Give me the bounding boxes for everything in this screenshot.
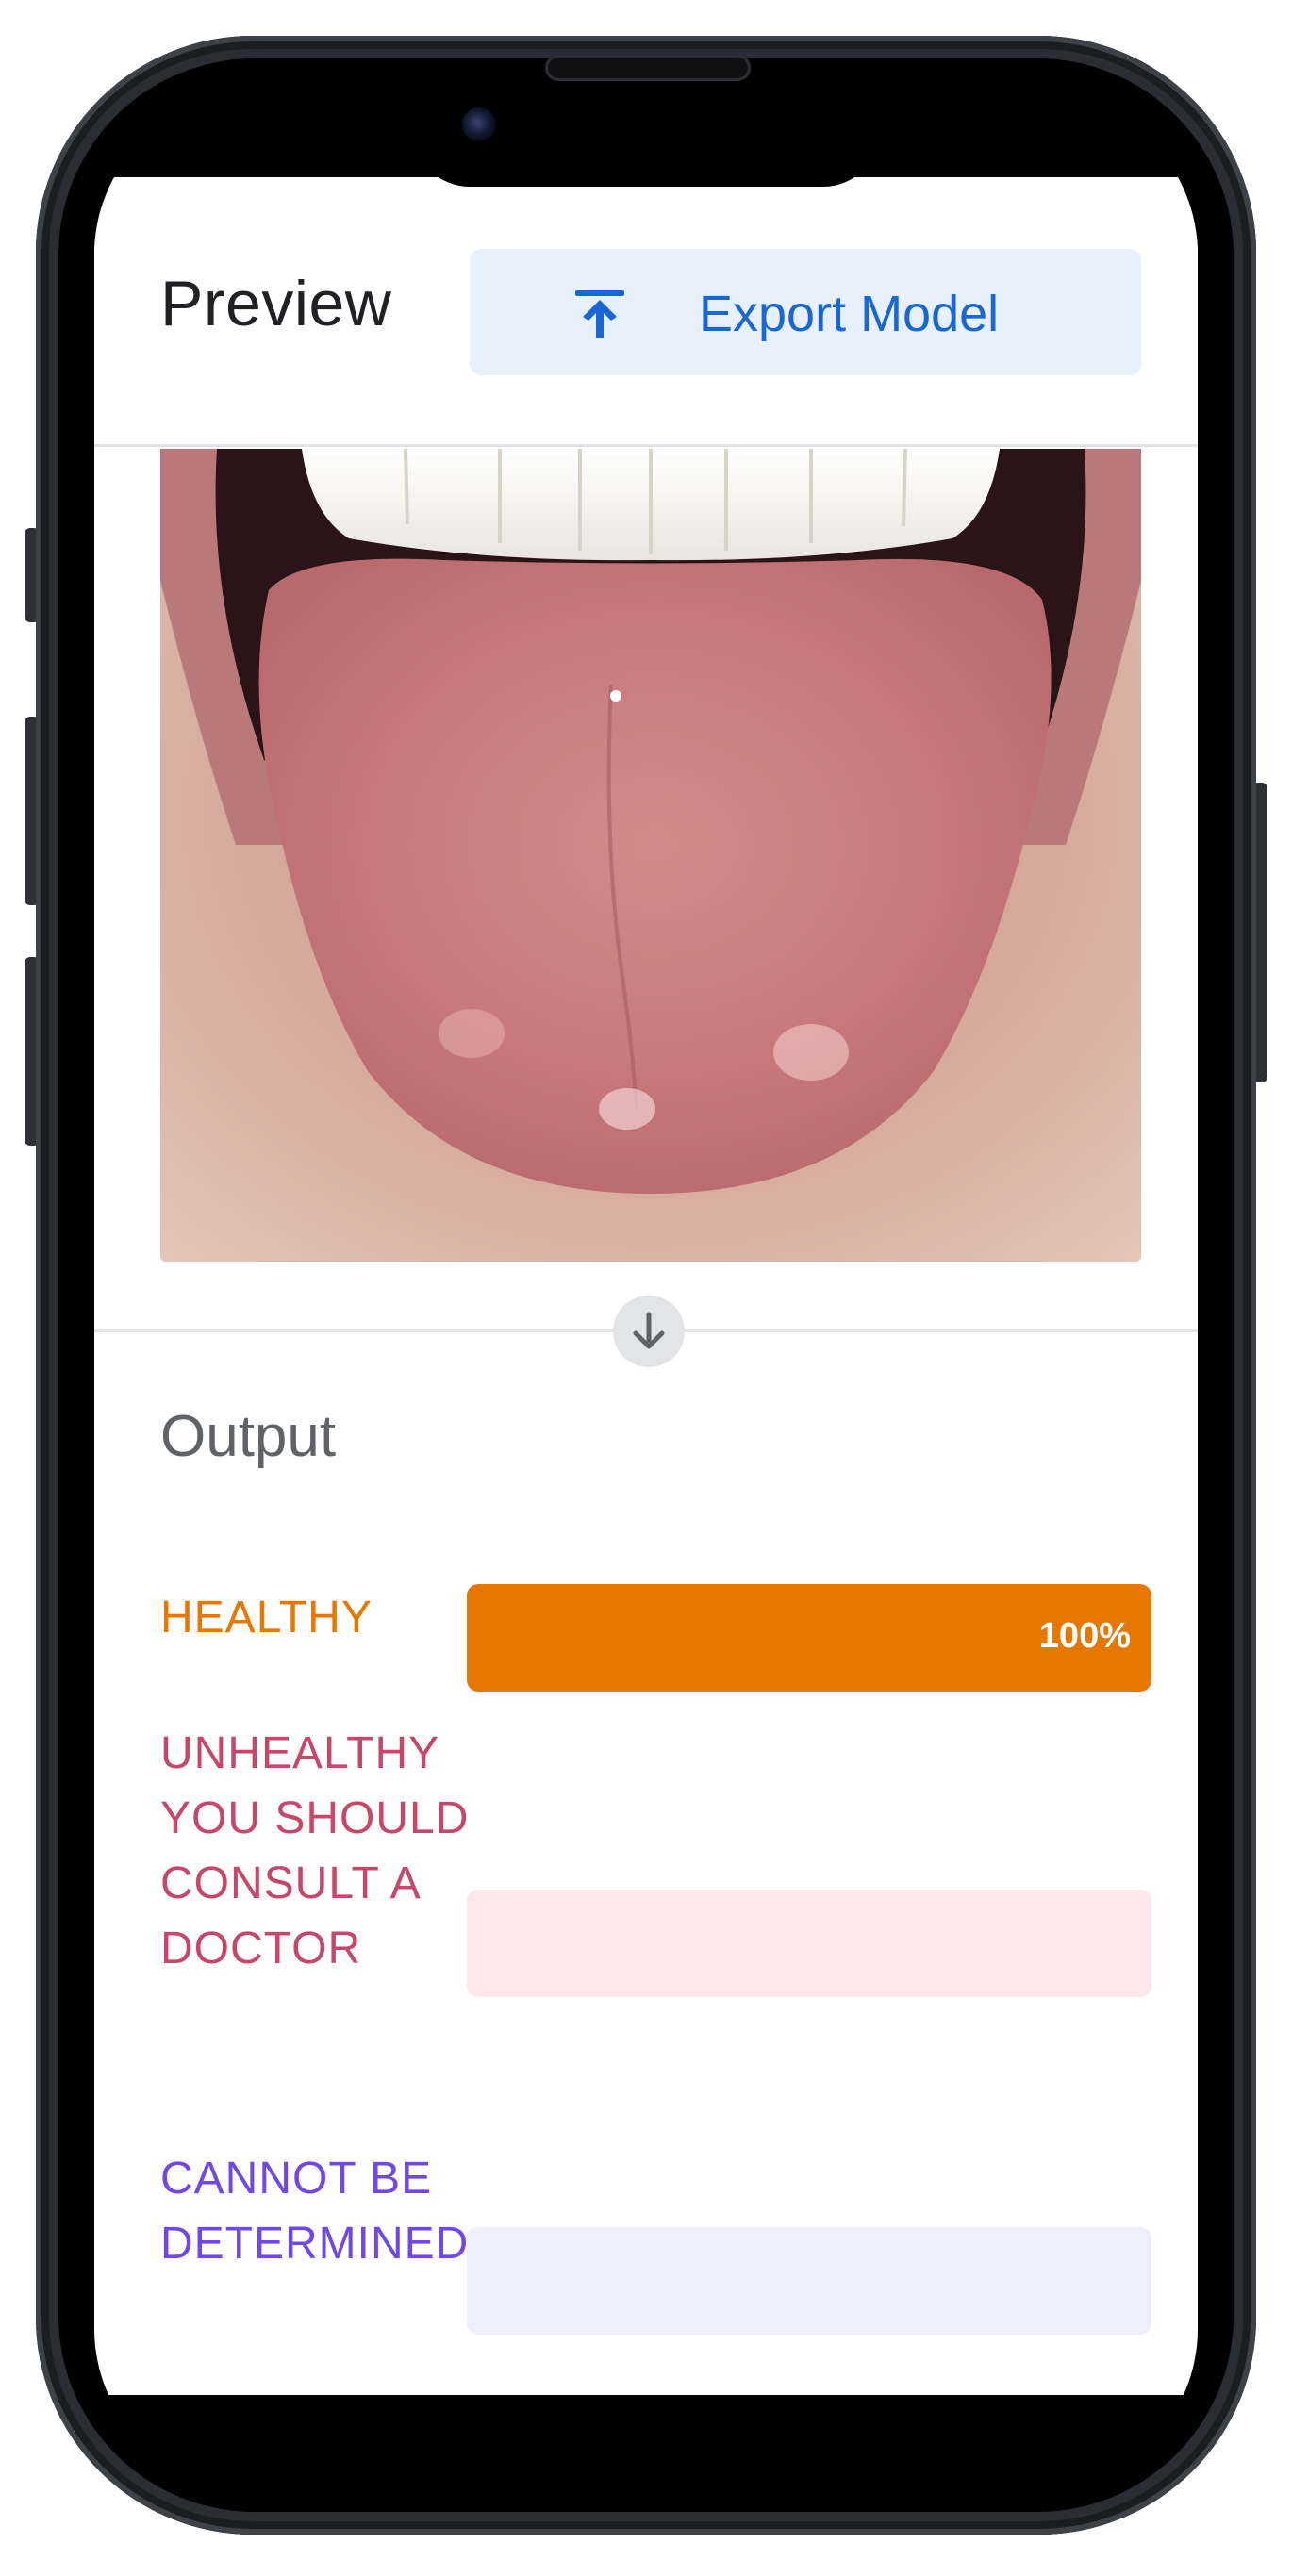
class-label-unhealthy: UNHEALTHY YOU SHOULD CONSULT A DOCTOR [160,1728,470,1973]
class-label-cannot-determine: CANNOT BE DETERMINED [160,2154,470,2269]
device-mockup: Preview Export Model Output HEALTHY 100%… [0,0,1292,2576]
upload-arrow-icon [575,290,624,338]
class-label-healthy: HEALTHY [160,1593,373,1643]
output-title: Output [160,1404,337,1469]
preview-image [160,449,1141,1262]
arrow-down-icon [613,1296,685,1367]
arrow-down-glyph [633,1312,665,1349]
export-model-label: Export Model [699,286,1000,342]
front-camera [462,107,496,141]
speaker-grille [545,55,751,81]
export-model-button[interactable]: Export Model [470,249,1141,375]
preview-title: Preview [160,268,392,339]
teachable-model-panel: Preview Export Model Output HEALTHY 100%… [94,177,1198,2395]
tongue-photo [160,449,1141,1262]
confidence-percent: 100% [1038,1616,1131,1656]
screen: Preview Export Model Output HEALTHY 100%… [94,94,1198,2489]
confidence-bar-unhealthy [467,1890,1151,1997]
preview-header: Preview Export Model [94,177,1198,446]
confidence-bar-healthy: 100% [467,1584,1151,1692]
confidence-bar-cannot-determine [467,2227,1151,2335]
header-divider [94,444,1198,447]
